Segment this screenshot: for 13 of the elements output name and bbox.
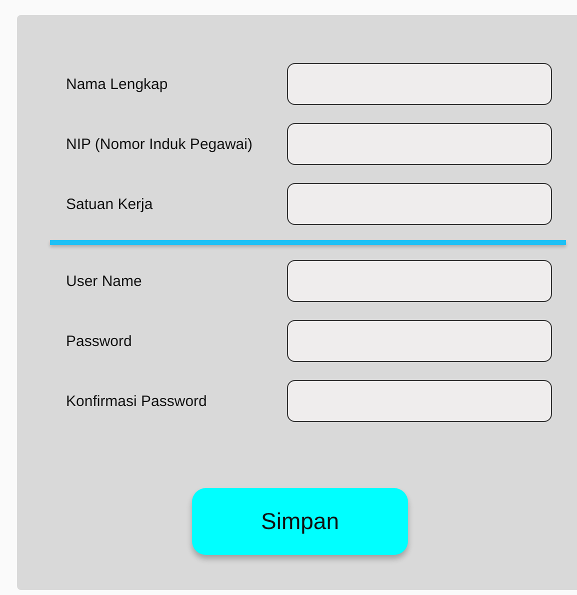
field-label: User Name: [66, 272, 143, 290]
field-label: NIP (Nomor Induk Pegawai): [66, 136, 254, 152]
input-field[interactable]: [287, 123, 552, 165]
field-label: Satuan Kerja: [66, 196, 154, 212]
input-field[interactable]: [287, 260, 552, 302]
field-label: Password: [66, 332, 133, 350]
input-field[interactable]: [287, 320, 552, 362]
input-field[interactable]: [287, 380, 552, 422]
field-label: Konfirmasi Password: [66, 392, 208, 410]
save-button[interactable]: Simpan: [192, 488, 408, 555]
field-label: Nama Lengkap: [66, 76, 169, 92]
input-field[interactable]: [287, 63, 552, 105]
input-field[interactable]: [287, 183, 552, 225]
